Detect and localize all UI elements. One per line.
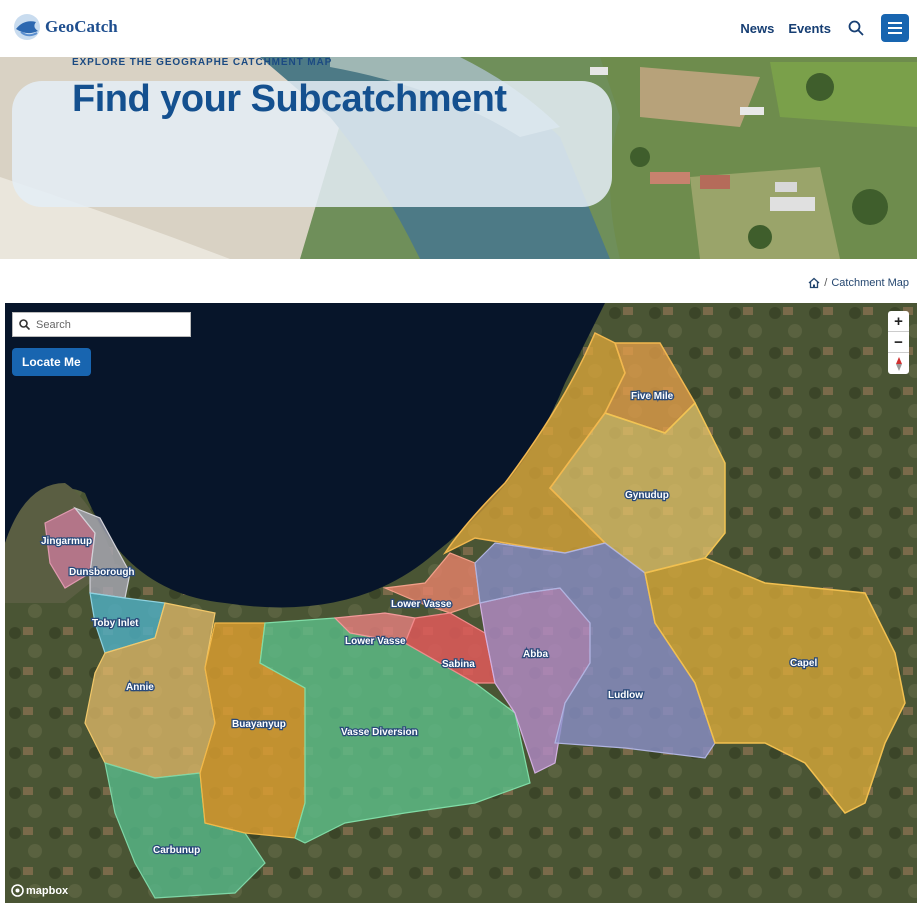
region-label-carbunup: Carbunup [153, 845, 200, 856]
zoom-in-button[interactable]: + [888, 311, 909, 332]
home-icon[interactable] [808, 277, 820, 289]
menu-bar [888, 22, 902, 24]
map-zoom-controls: + − [888, 311, 909, 374]
nav-events-link[interactable]: Events [788, 21, 831, 36]
logo[interactable]: GeoCatch [12, 12, 118, 42]
page-title: Find your Subcatchment [72, 78, 507, 120]
nav-news-link[interactable]: News [740, 21, 774, 36]
region-label-ludlow: Ludlow [608, 690, 643, 701]
region-label-annie: Annie [126, 682, 154, 693]
region-label-lower-vasse-east: Lower Vasse [391, 599, 452, 610]
map-canvas[interactable]: Five Mile Gynudup Jingarmup Dunsborough … [5, 303, 917, 903]
breadcrumb-separator: / [824, 277, 828, 289]
region-label-abba: Abba [523, 649, 548, 660]
region-label-lower-vasse-west: Lower Vasse [345, 636, 406, 647]
region-label-toby-inlet: Toby Inlet [92, 618, 139, 629]
breadcrumb-current: Catchment Map [831, 277, 909, 289]
mapbox-attribution[interactable]: mapbox [11, 884, 68, 897]
compass-icon [895, 356, 902, 371]
hero-eyebrow: EXPLORE THE GEOGRAPHE CATCHMENT MAP [72, 57, 333, 68]
zoom-out-button[interactable]: − [888, 332, 909, 353]
search-icon [19, 319, 30, 330]
site-header: GeoCatch News Events [0, 0, 917, 57]
mapbox-logo-icon [11, 884, 24, 897]
map-search-box[interactable] [12, 312, 191, 337]
hamburger-menu-icon[interactable] [881, 14, 909, 42]
region-label-buayanyup: Buayanyup [232, 719, 286, 730]
region-label-vasse-diversion: Vasse Diversion [341, 727, 418, 738]
region-label-capel: Capel [790, 658, 817, 669]
region-label-five-mile: Five Mile [631, 391, 674, 402]
map-search-input[interactable] [36, 318, 176, 331]
mapbox-text: mapbox [26, 884, 69, 897]
region-label-gynudup: Gynudup [625, 490, 669, 501]
search-button[interactable] [845, 17, 867, 39]
compass-button[interactable] [888, 353, 909, 374]
locate-me-button[interactable]: Locate Me [12, 348, 91, 376]
fish-drop-logo-icon [14, 14, 40, 40]
region-label-jingarmup: Jingarmup [41, 536, 92, 547]
menu-bar [888, 27, 902, 29]
breadcrumb: / Catchment Map [808, 277, 909, 289]
menu-bar [888, 32, 902, 34]
region-label-sabina: Sabina [442, 659, 475, 670]
search-icon [848, 20, 864, 36]
catchment-map[interactable]: Five Mile Gynudup Jingarmup Dunsborough … [5, 303, 917, 903]
main-nav: News Events [740, 14, 909, 42]
region-label-dunsborough: Dunsborough [69, 567, 135, 578]
logo-text: GeoCatch [45, 17, 118, 36]
